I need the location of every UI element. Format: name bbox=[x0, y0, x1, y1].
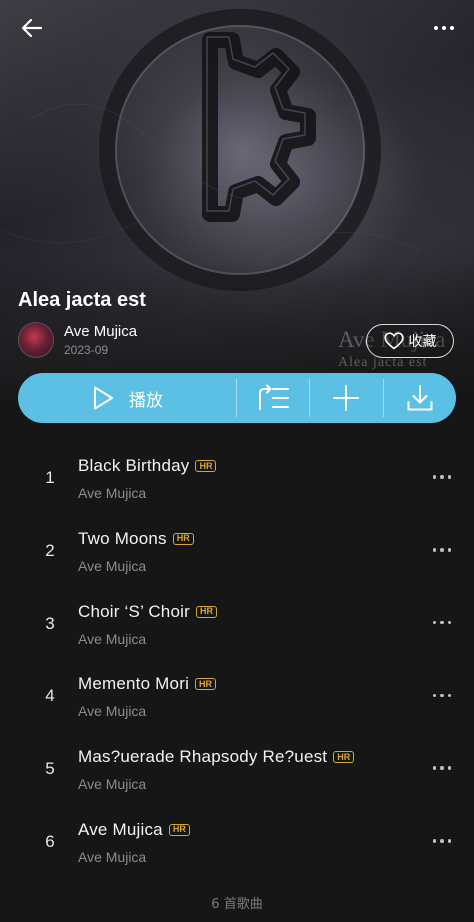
add-to-queue-button[interactable] bbox=[237, 373, 309, 423]
track-number: 6 bbox=[45, 831, 55, 851]
track-title: Ave Mujica bbox=[78, 819, 163, 839]
favorite-button[interactable]: 收藏 bbox=[366, 324, 454, 358]
release-date: 2023-09 bbox=[64, 343, 109, 357]
hr-quality-badge: HR bbox=[195, 605, 217, 618]
track-title: Memento Mori bbox=[78, 674, 190, 694]
add-to-playlist-button[interactable] bbox=[310, 373, 382, 423]
track-title: Choir ‘S’ Choir bbox=[78, 601, 190, 621]
track-title: Two Moons bbox=[78, 528, 167, 548]
track-row[interactable]: 3 Choir ‘S’ Choir HR Ave Mujica bbox=[0, 575, 474, 648]
track-artist: Ave Mujica bbox=[78, 848, 147, 865]
track-artist: Ave Mujica bbox=[78, 630, 147, 647]
hr-quality-badge: HR bbox=[172, 532, 194, 545]
track-row[interactable]: 4 Memento Mori HR Ave Mujica bbox=[0, 647, 474, 720]
more-dots-icon bbox=[432, 620, 452, 625]
track-number: 4 bbox=[45, 686, 55, 706]
more-dots-icon bbox=[432, 548, 452, 552]
track-more-button[interactable] bbox=[430, 759, 454, 777]
track-title: Black Birthday bbox=[78, 456, 190, 475]
hr-quality-badge: HR bbox=[195, 678, 217, 691]
artist-avatar bbox=[18, 322, 54, 358]
heart-outline-icon bbox=[383, 332, 404, 350]
action-bar: 播放 bbox=[18, 373, 456, 423]
play-icon bbox=[94, 386, 113, 410]
track-more-button[interactable] bbox=[430, 832, 454, 850]
track-artist: Ave Mujica bbox=[78, 485, 147, 501]
track-row[interactable]: 5 Mas?uerade Rhapsody Re?uest HR Ave Muj… bbox=[0, 720, 474, 793]
album-title: Alea jacta est bbox=[18, 289, 146, 311]
more-options-button[interactable] bbox=[426, 14, 462, 42]
play-all-button[interactable]: 播放 bbox=[18, 373, 236, 423]
download-button[interactable] bbox=[384, 373, 456, 423]
track-row[interactable]: 2 Two Moons HR Ave Mujica bbox=[0, 502, 474, 575]
hr-quality-badge: HR bbox=[333, 751, 355, 764]
track-more-button[interactable] bbox=[430, 686, 454, 704]
artist-row[interactable]: Ave Mujica 2023-09 bbox=[18, 322, 137, 358]
track-more-button[interactable] bbox=[430, 541, 454, 559]
track-number: 1 bbox=[45, 468, 55, 487]
track-row[interactable]: 1 Black Birthday HR Ave Mujica bbox=[0, 429, 474, 502]
track-number: 3 bbox=[45, 613, 55, 633]
track-artist: Ave Mujica bbox=[78, 703, 147, 720]
hr-quality-badge: HR bbox=[168, 823, 190, 836]
more-dots-icon bbox=[432, 693, 452, 698]
download-icon bbox=[407, 385, 433, 411]
track-artist: Ave Mujica bbox=[78, 776, 147, 793]
track-list: 1 Black Birthday HR Ave Mujica 2 Two Moo… bbox=[0, 429, 474, 866]
arrow-left-icon bbox=[21, 18, 43, 38]
artist-name: Ave Mujica bbox=[64, 323, 138, 340]
more-dots-icon bbox=[432, 839, 452, 843]
plus-icon bbox=[333, 385, 360, 411]
track-more-button[interactable] bbox=[430, 614, 454, 632]
back-button[interactable] bbox=[14, 12, 50, 44]
more-dots-icon bbox=[432, 475, 452, 479]
track-more-button[interactable] bbox=[430, 468, 454, 486]
track-row[interactable]: 6 Ave Mujica HR Ave Mujica bbox=[0, 793, 474, 866]
track-title: Mas?uerade Rhapsody Re?uest bbox=[78, 747, 328, 767]
favorite-label: 收藏 bbox=[408, 334, 437, 350]
more-dots-icon bbox=[434, 26, 454, 30]
more-dots-icon bbox=[432, 766, 452, 770]
track-number: 2 bbox=[45, 540, 55, 560]
add-to-queue-icon bbox=[259, 384, 290, 410]
song-count: 6 首歌曲 bbox=[211, 897, 263, 912]
play-label: 播放 bbox=[129, 390, 163, 411]
track-artist: Ave Mujica bbox=[78, 557, 147, 574]
hr-quality-badge: HR bbox=[195, 460, 217, 472]
track-number: 5 bbox=[45, 759, 55, 779]
